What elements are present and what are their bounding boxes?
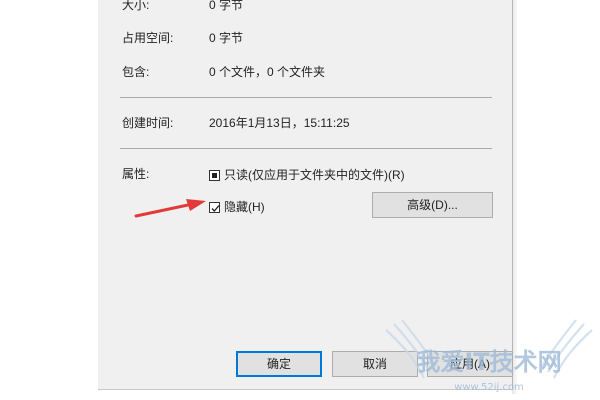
section-divider-1 [120, 97, 492, 98]
advanced-button[interactable]: 高级(D)... [372, 192, 493, 218]
ok-button[interactable]: 确定 [236, 351, 322, 377]
created-label: 创建时间: [122, 116, 174, 130]
hidden-label[interactable]: 隐藏(H) [224, 199, 265, 215]
created-value: 2016年1月13日，15:11:25 [209, 116, 350, 130]
attributes-label: 属性: [122, 167, 150, 181]
size-value: 0 字节 [209, 0, 244, 12]
contains-value: 0 个文件，0 个文件夹 [209, 65, 326, 79]
watermark-text: 我爱IT技术网 [416, 348, 561, 376]
hidden-checkbox[interactable] [209, 202, 220, 213]
section-divider-2 [120, 148, 492, 149]
contains-label: 包含: [122, 65, 150, 79]
watermark-url: www.52ij.com [454, 382, 524, 393]
disk-size-label: 占用空间: [122, 31, 174, 45]
readonly-checkbox[interactable] [209, 170, 220, 181]
disk-size-value: 0 字节 [209, 31, 244, 45]
red-pointer-arrow-icon [134, 199, 206, 218]
screenshot-stage: 大小: 0 字节 占用空间: 0 字节 包含: 0 个文件，0 个文件夹 创建时… [0, 0, 600, 400]
indeterminate-mark [212, 173, 217, 178]
watermark-logo: 我爱IT技术网 www.52ij.com [385, 319, 593, 393]
size-label: 大小: [122, 0, 150, 12]
checkmark-icon [211, 205, 220, 212]
readonly-label[interactable]: 只读(仅应用于文件夹中的文件)(R) [224, 167, 405, 183]
